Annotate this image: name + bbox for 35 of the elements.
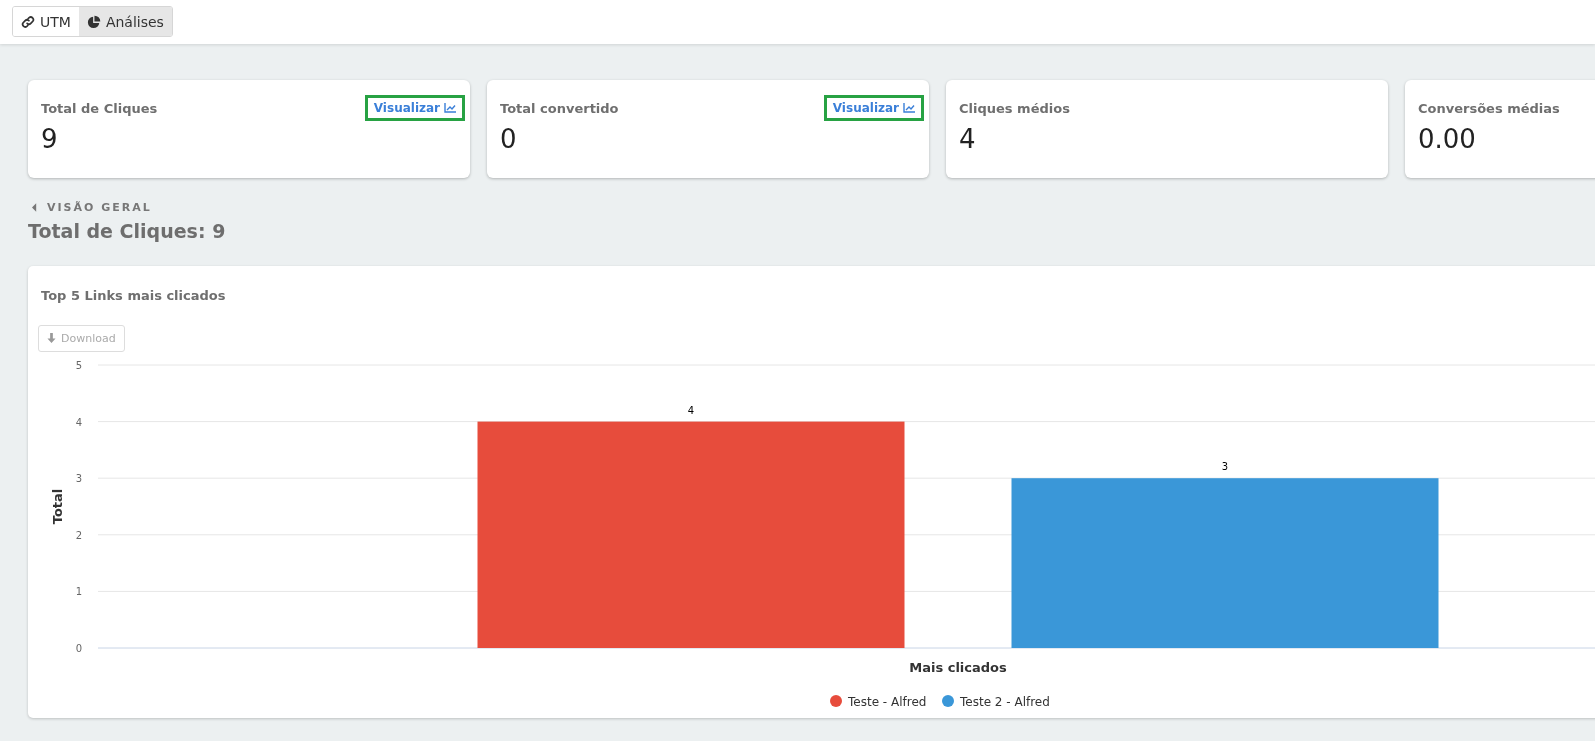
caret-left-icon[interactable] bbox=[32, 203, 37, 212]
legend-label: Teste 2 - Alfred bbox=[960, 695, 1050, 709]
stat-value: 0.00 bbox=[1418, 124, 1477, 154]
download-button[interactable]: Download bbox=[38, 325, 125, 352]
line-chart-icon bbox=[903, 103, 915, 113]
visualize-link[interactable]: Visualizar bbox=[364, 95, 465, 121]
stat-value: 4 bbox=[959, 124, 977, 154]
legend-dot bbox=[942, 695, 954, 707]
stat-value: 0 bbox=[500, 124, 518, 154]
stat-label: Total convertido bbox=[500, 100, 619, 116]
axis-tick-label: 4 bbox=[75, 416, 82, 428]
axis-tick-label: 1 bbox=[75, 586, 82, 598]
data-label: 3 bbox=[1221, 461, 1229, 473]
legend-label: Teste - Alfred bbox=[848, 695, 927, 709]
visualize-link[interactable]: Visualizar bbox=[823, 95, 924, 121]
stat-label: Conversões médias bbox=[1418, 100, 1560, 116]
stat-label: Cliques médios bbox=[959, 100, 1070, 116]
axis-tick-label: 3 bbox=[75, 473, 82, 485]
y-axis-title: Total bbox=[50, 488, 65, 525]
panel-title: Top 5 Links mais clicados bbox=[41, 288, 227, 303]
line-chart-icon bbox=[444, 103, 456, 113]
breadcrumb-link[interactable]: VISÃO GERAL bbox=[47, 201, 152, 214]
axis-tick-label: 2 bbox=[75, 529, 82, 541]
x-axis-title: Mais clicados bbox=[909, 660, 1007, 675]
download-icon bbox=[47, 333, 56, 344]
tab[interactable]: Análises bbox=[78, 7, 172, 36]
data-label: 4 bbox=[687, 404, 695, 416]
link-icon bbox=[21, 14, 35, 29]
page-heading: Total de Cliques: 9 bbox=[28, 220, 227, 242]
legend-dot bbox=[830, 695, 842, 707]
stat-value: 9 bbox=[41, 124, 59, 154]
pie-chart-icon bbox=[86, 14, 101, 29]
axis-tick-label: 5 bbox=[75, 360, 82, 371]
axis-tick-label: 0 bbox=[75, 643, 82, 654]
stat-label: Total de Cliques bbox=[41, 100, 158, 116]
